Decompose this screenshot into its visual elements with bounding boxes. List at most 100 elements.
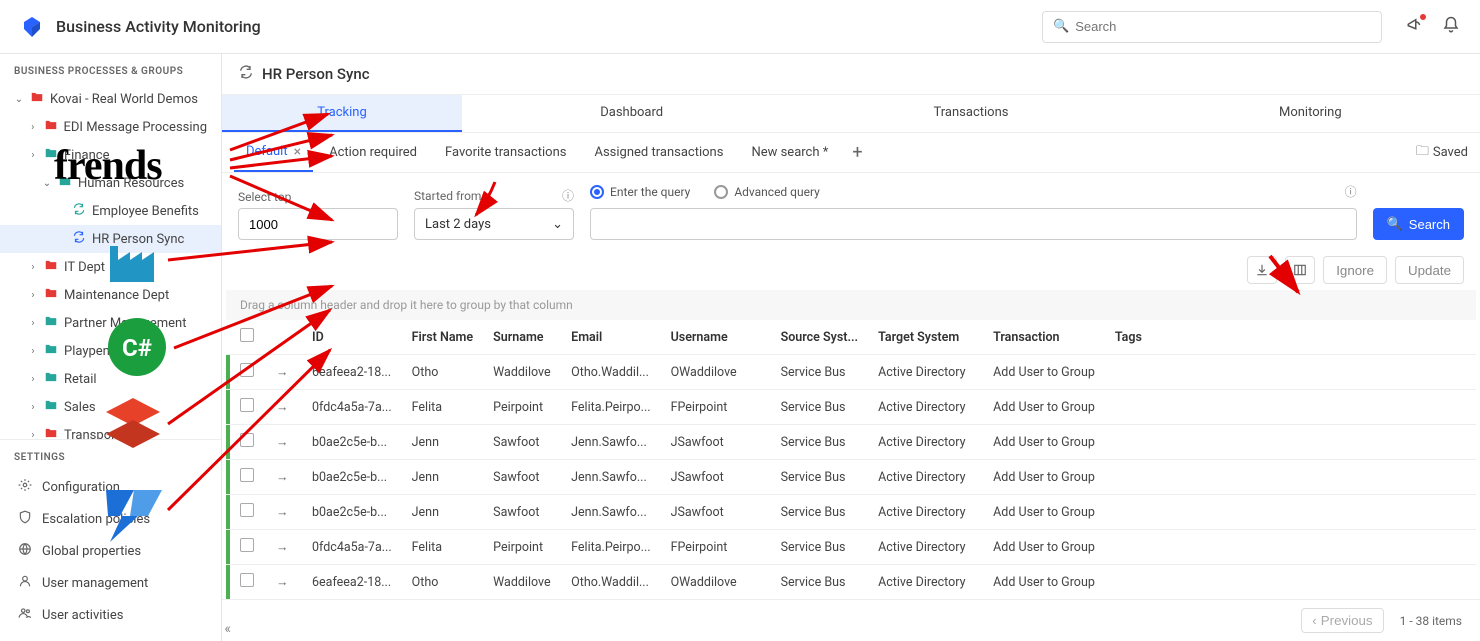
started-from-select[interactable]: Last 2 days ⌄: [414, 208, 574, 240]
search-button[interactable]: 🔍 Search: [1373, 208, 1464, 240]
primary-tabs: TrackingDashboardTransactionsMonitoring: [222, 94, 1480, 133]
tree-item[interactable]: ›Transport: [0, 421, 221, 439]
secondary-tab[interactable]: Default×: [234, 134, 313, 172]
table-row[interactable]: → 0fdc4a5a-7a... Felita Peirpoint Felita…: [226, 390, 1476, 425]
secondary-tab[interactable]: New search *: [739, 135, 840, 170]
row-checkbox[interactable]: [240, 398, 254, 412]
sidebar: BUSINESS PROCESSES & GROUPS ⌄Kovai - Rea…: [0, 54, 222, 641]
tree-item-label: Maintenance Dept: [64, 288, 169, 303]
tree-item[interactable]: Employee Benefits: [0, 197, 221, 225]
started-from-label: Started from: [414, 189, 481, 203]
tree-item[interactable]: › Maintenance Dept: [0, 281, 221, 309]
expand-row-icon[interactable]: →: [266, 530, 302, 565]
column-header[interactable]: Tags: [1105, 320, 1476, 355]
tree-item[interactable]: ›EDI Message Processing: [0, 113, 221, 141]
tree-item[interactable]: ⌄Kovai - Real World Demos: [0, 85, 221, 113]
row-checkbox[interactable]: [240, 538, 254, 552]
info-icon[interactable]: ⓘ: [562, 187, 574, 204]
expand-row-icon[interactable]: →: [266, 425, 302, 460]
previous-button[interactable]: ‹Previous: [1301, 608, 1383, 633]
search-icon: 🔍: [1053, 19, 1069, 34]
announcements-icon[interactable]: [1406, 16, 1424, 38]
primary-tab[interactable]: Dashboard: [462, 95, 801, 132]
primary-tab[interactable]: Monitoring: [1141, 95, 1480, 132]
saved-searches-button[interactable]: 🗀Saved: [1416, 142, 1468, 164]
tree-item[interactable]: ›Retail: [0, 365, 221, 393]
cell-id: 0fdc4a5a-7a...: [302, 390, 402, 425]
expand-row-icon[interactable]: →: [266, 495, 302, 530]
expand-row-icon[interactable]: →: [266, 355, 302, 390]
row-checkbox[interactable]: [240, 468, 254, 482]
search-icon: 🔍: [1387, 216, 1403, 232]
table-row[interactable]: → b0ae2c5e-b... Jenn Sawfoot Jenn.Sawfo.…: [226, 425, 1476, 460]
download-button[interactable]: [1247, 256, 1277, 284]
expand-row-icon[interactable]: →: [266, 565, 302, 600]
info-icon[interactable]: ⓘ: [1345, 183, 1357, 200]
select-top-input[interactable]: [238, 208, 398, 240]
tree-item-label: EDI Message Processing: [64, 120, 207, 135]
add-tab-button[interactable]: +: [844, 142, 870, 163]
table-row[interactable]: → 6eafeea2-18... Otho Waddilove Otho.Wad…: [226, 565, 1476, 600]
enter-query-radio[interactable]: Enter the query: [590, 185, 690, 199]
row-checkbox[interactable]: [240, 363, 254, 377]
tree-item[interactable]: ›IT Dept: [0, 253, 221, 281]
sidebar-collapse-icon[interactable]: «: [224, 621, 231, 637]
tree-item[interactable]: HR Person Sync: [0, 225, 221, 253]
cell-source: Service Bus: [771, 565, 869, 600]
tree-item[interactable]: ›Sales: [0, 393, 221, 421]
column-header[interactable]: Transaction: [983, 320, 1105, 355]
cell-id: 0fdc4a5a-7a...: [302, 530, 402, 565]
column-header[interactable]: Username: [661, 320, 771, 355]
tree-item[interactable]: ›Partner Management: [0, 309, 221, 337]
column-header[interactable]: Target System: [868, 320, 983, 355]
secondary-tab[interactable]: Assigned transactions: [582, 135, 735, 170]
settings-item[interactable]: Global properties: [0, 535, 221, 567]
bell-icon[interactable]: [1442, 16, 1460, 38]
chevron-icon: ›: [28, 290, 38, 301]
select-all-checkbox[interactable]: [240, 328, 254, 342]
table-row[interactable]: → 6eafeea2-18... Otho Waddilove Otho.Wad…: [226, 355, 1476, 390]
chevron-icon: ›: [28, 318, 38, 329]
column-header[interactable]: First Name: [402, 320, 484, 355]
settings-item[interactable]: User activities: [0, 599, 221, 631]
column-header[interactable]: Source Syst...: [771, 320, 869, 355]
grouping-hint[interactable]: Drag a column header and drop it here to…: [226, 290, 1476, 320]
sync-icon: [72, 230, 86, 248]
expand-row-icon[interactable]: →: [266, 390, 302, 425]
global-search-input[interactable]: [1075, 19, 1371, 34]
query-input[interactable]: [590, 208, 1357, 240]
table-row[interactable]: → b0ae2c5e-b... Jenn Sawfoot Jenn.Sawfo.…: [226, 495, 1476, 530]
settings-item[interactable]: User management: [0, 567, 221, 599]
tree-item[interactable]: ›Finance: [0, 141, 221, 169]
expand-row-icon[interactable]: →: [266, 460, 302, 495]
row-checkbox[interactable]: [240, 433, 254, 447]
secondary-tab[interactable]: Action required: [317, 135, 429, 170]
column-header[interactable]: Surname: [483, 320, 561, 355]
settings-item[interactable]: Escalation policies: [0, 503, 221, 535]
advanced-query-radio[interactable]: Advanced query: [714, 185, 820, 199]
close-icon[interactable]: ×: [294, 144, 301, 160]
row-checkbox[interactable]: [240, 573, 254, 587]
column-header[interactable]: ID: [302, 320, 402, 355]
global-search[interactable]: 🔍: [1042, 11, 1382, 43]
cell-firstname: Otho: [402, 355, 484, 390]
tree-item[interactable]: ⌄Human Resources: [0, 169, 221, 197]
cell-username: OWaddilove: [661, 565, 771, 600]
table-row[interactable]: → b0ae2c5e-b... Jenn Sawfoot Jenn.Sawfo.…: [226, 460, 1476, 495]
settings-item[interactable]: Configuration: [0, 471, 221, 503]
primary-tab[interactable]: Transactions: [801, 95, 1140, 132]
cell-surname: Waddilove: [483, 355, 561, 390]
cell-tags: [1105, 460, 1476, 495]
folder-icon: [44, 314, 58, 332]
secondary-tab[interactable]: Favorite transactions: [433, 135, 578, 170]
columns-button[interactable]: [1285, 256, 1315, 284]
tree-item-label: Kovai - Real World Demos: [50, 92, 198, 107]
tree-item[interactable]: ›Playpen: [0, 337, 221, 365]
primary-tab[interactable]: Tracking: [222, 95, 462, 132]
table-row[interactable]: → 0fdc4a5a-7a... Felita Peirpoint Felita…: [226, 530, 1476, 565]
ignore-button[interactable]: Ignore: [1323, 256, 1387, 284]
row-checkbox[interactable]: [240, 503, 254, 517]
update-button[interactable]: Update: [1395, 256, 1464, 284]
cell-source: Service Bus: [771, 530, 869, 565]
column-header[interactable]: Email: [561, 320, 660, 355]
